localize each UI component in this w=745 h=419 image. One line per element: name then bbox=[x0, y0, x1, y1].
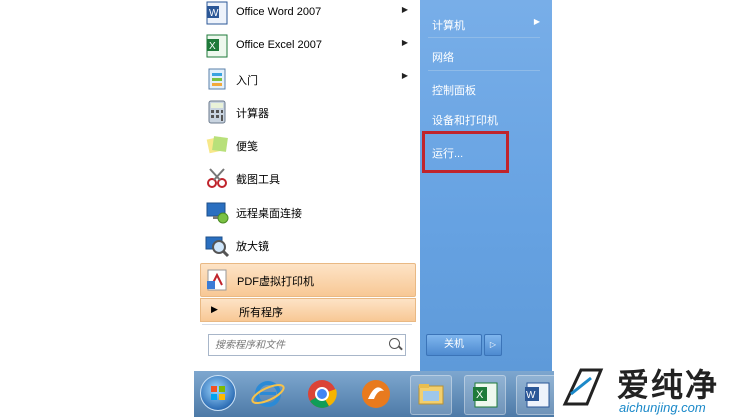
right-item-devices-printers[interactable]: 设备和打印机 bbox=[428, 106, 544, 130]
right-item-network[interactable]: 网络 bbox=[428, 43, 544, 67]
divider bbox=[202, 324, 412, 325]
menu-item-calculator[interactable]: 计算器 bbox=[200, 96, 414, 128]
pdf-printer-icon bbox=[207, 269, 227, 291]
sticky-notes-icon bbox=[206, 136, 228, 154]
divider bbox=[428, 37, 540, 38]
internet-explorer-icon[interactable] bbox=[248, 375, 288, 413]
places-pane: 计算机 ▶ 网络 控制面板 设备和打印机 运行... bbox=[420, 0, 552, 371]
right-item-control-panel[interactable]: 控制面板 bbox=[428, 76, 544, 100]
right-item-label: 计算机 bbox=[432, 20, 465, 32]
menu-item-label: 便笺 bbox=[236, 141, 258, 153]
triangle-right-icon: ▶ bbox=[211, 304, 218, 314]
right-item-computer[interactable]: 计算机 ▶ bbox=[428, 11, 544, 35]
chrome-icon[interactable] bbox=[302, 375, 342, 413]
shutdown-button[interactable]: 关机 bbox=[426, 334, 482, 356]
chevron-right-icon: ▶ bbox=[401, 38, 408, 47]
menu-item-snipping-tool[interactable]: 截图工具 bbox=[200, 162, 414, 194]
svg-text:X: X bbox=[476, 389, 484, 401]
word-taskbar-icon[interactable]: W bbox=[516, 375, 558, 415]
excel-icon: X bbox=[206, 34, 228, 58]
snipping-tool-icon bbox=[207, 168, 227, 188]
menu-item-sticky-notes[interactable]: 便笺 bbox=[200, 129, 414, 161]
highlight-box bbox=[422, 131, 509, 173]
menu-item-excel[interactable]: X Office Excel 2007 ▶ bbox=[200, 30, 414, 62]
taskbar: X W bbox=[194, 371, 558, 417]
chevron-right-icon: ▶ bbox=[401, 5, 408, 14]
right-item-label: 设备和打印机 bbox=[432, 115, 498, 127]
menu-item-label: 远程桌面连接 bbox=[236, 208, 302, 220]
svg-text:X: X bbox=[209, 41, 216, 52]
file-explorer-icon[interactable] bbox=[410, 375, 452, 415]
svg-text:W: W bbox=[209, 8, 219, 19]
menu-item-magnifier[interactable]: 放大镜 bbox=[200, 229, 414, 261]
menu-item-remote-desktop[interactable]: 远程桌面连接 bbox=[200, 196, 414, 228]
magnifier-icon bbox=[205, 236, 230, 258]
media-app-icon[interactable] bbox=[356, 375, 396, 413]
shutdown-options-button[interactable]: ▷ bbox=[484, 334, 502, 356]
all-programs-button[interactable]: ▶ 所有程序 bbox=[200, 298, 416, 322]
svg-text:W: W bbox=[526, 390, 536, 401]
menu-item-pdf-printer[interactable]: PDF虚拟打印机 bbox=[200, 263, 416, 297]
menu-item-label: 计算器 bbox=[236, 108, 269, 120]
menu-item-getting-started[interactable]: 入门 ▶ bbox=[200, 63, 414, 95]
chevron-right-icon: ▶ bbox=[401, 71, 408, 80]
menu-item-word[interactable]: W Office Word 2007 ▶ bbox=[200, 0, 414, 29]
menu-item-label: 截图工具 bbox=[236, 174, 280, 186]
start-menu: W Office Word 2007 ▶ X Office Excel 2007… bbox=[194, 0, 552, 371]
remote-desktop-icon bbox=[206, 202, 229, 224]
menu-item-label: PDF虚拟打印机 bbox=[237, 276, 314, 288]
word-icon: W bbox=[206, 1, 228, 25]
excel-taskbar-icon[interactable]: X bbox=[464, 375, 506, 415]
calculator-icon bbox=[208, 100, 226, 124]
chevron-right-icon: ▶ bbox=[533, 17, 540, 26]
search-input[interactable] bbox=[213, 337, 385, 354]
windows-start-icon[interactable] bbox=[200, 375, 236, 411]
right-item-label: 网络 bbox=[432, 52, 454, 64]
menu-item-label: Office Excel 2007 bbox=[236, 39, 323, 51]
divider bbox=[428, 70, 540, 71]
right-item-label: 控制面板 bbox=[432, 85, 476, 97]
brand-logo-icon bbox=[562, 368, 604, 406]
watermark-url: aichunjing.com bbox=[619, 400, 706, 415]
menu-item-label: 入门 bbox=[236, 75, 258, 87]
menu-item-label: 放大镜 bbox=[236, 241, 269, 253]
programs-pane: W Office Word 2007 ▶ X Office Excel 2007… bbox=[194, 0, 421, 371]
getting-started-icon bbox=[208, 68, 226, 90]
search-icon[interactable] bbox=[389, 338, 400, 349]
search-box[interactable] bbox=[208, 334, 406, 356]
all-programs-label: 所有程序 bbox=[239, 307, 283, 319]
menu-item-label: Office Word 2007 bbox=[236, 6, 322, 18]
watermark-logo: 爱纯净 aichunjing.com bbox=[555, 360, 745, 417]
